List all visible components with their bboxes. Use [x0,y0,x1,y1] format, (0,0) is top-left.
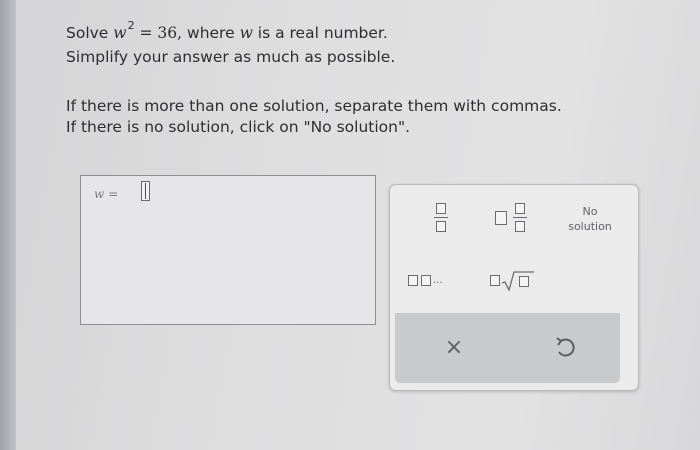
instruction-multiple: If there is more than one solution, sepa… [66,97,562,115]
mixed-number-button[interactable] [493,201,531,235]
problem-statement: Solve w2 = 36, where w is a real number.… [66,19,396,68]
problem-line-1: Solve w2 = 36, where w is a real number. [66,19,395,46]
window-edge [0,0,16,450]
fraction-button[interactable] [430,201,452,235]
math-keypad: No solution ... × [389,184,639,391]
keypad-action-bar: × [395,313,620,383]
ellipsis-text: ... [433,275,443,286]
where-label: where [187,24,235,42]
simplify-instruction: Simplify your answer as much as possible… [66,48,396,66]
solve-label: Solve [66,24,109,42]
equation-rest: = 36, [139,24,183,42]
condition-variable: w [239,24,253,42]
no-solution-label-line1: No [582,205,598,218]
answer-variable: w [94,187,105,201]
clear-icon: × [444,335,464,360]
text-cursor [145,183,146,199]
answer-input-area[interactable]: w = [80,175,376,325]
clear-button[interactable]: × [436,330,472,366]
no-solution-label-line2: solution [568,220,612,233]
answer-instructions: If there is more than one solution, sepa… [66,96,562,138]
answer-input-slot[interactable] [141,181,150,201]
list-button[interactable]: ... [406,271,458,291]
undo-icon [556,337,575,357]
equation-variable: w [113,24,127,42]
condition-text: is a real number. [257,24,388,42]
instruction-no-solution: If there is no solution, click on "No so… [66,118,411,136]
nth-root-button[interactable] [488,269,536,293]
equation-exponent: 2 [127,19,135,32]
undo-button[interactable] [549,332,581,364]
answer-equals: = [108,187,119,201]
no-solution-button[interactable]: No solution [550,204,630,234]
answer-label: w = [94,187,118,201]
